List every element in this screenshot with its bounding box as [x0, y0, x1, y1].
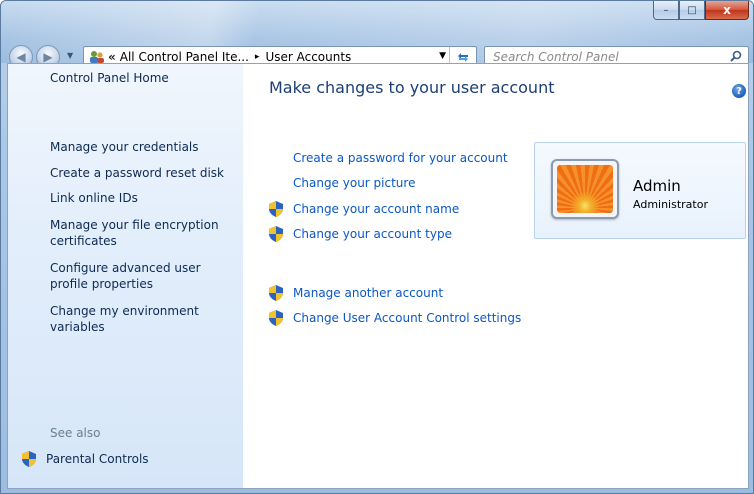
- task-change-picture[interactable]: Change your picture: [293, 175, 415, 191]
- address-separator-arrow[interactable]: ▸: [255, 52, 260, 62]
- address-segment-user-accounts[interactable]: User Accounts: [265, 50, 351, 64]
- sidebar-item-parental-controls[interactable]: Parental Controls: [22, 451, 149, 467]
- address-overflow-chevrons[interactable]: «: [108, 50, 116, 64]
- sidebar-item-link-online-ids[interactable]: Link online IDs: [50, 190, 235, 206]
- see-also-heading: See also: [50, 426, 101, 440]
- uac-shield-icon: [269, 285, 283, 301]
- task-label: Manage another account: [293, 286, 444, 300]
- sidebar-item-control-panel-home[interactable]: Control Panel Home: [50, 70, 235, 86]
- avatar[interactable]: [551, 159, 619, 219]
- address-dropdown-icon[interactable]: ▼: [439, 51, 446, 61]
- uac-shield-icon: [22, 451, 36, 467]
- close-button[interactable]: x: [705, 1, 749, 20]
- address-segment-all-control-panel[interactable]: All Control Panel Ite...: [120, 50, 249, 64]
- task-label: Change User Account Control settings: [293, 311, 522, 325]
- recent-pages-dropdown[interactable]: ▼: [67, 51, 73, 60]
- sidebar-item-advanced-profile-properties[interactable]: Configure advanced user profile properti…: [50, 260, 235, 292]
- task-manage-another-account[interactable]: Manage another account: [269, 285, 443, 301]
- sidebar-item-password-reset-disk[interactable]: Create a password reset disk: [50, 165, 235, 181]
- search-input[interactable]: Search Control Panel: [493, 50, 619, 64]
- flower-picture-icon: [557, 165, 613, 213]
- main-panel: ? Make changes to your user account Crea…: [243, 64, 748, 488]
- help-icon[interactable]: ?: [732, 84, 746, 98]
- account-role: Administrator: [633, 198, 708, 211]
- window: – □ x ◀ ▶ ▼ « All Control Panel Ite... ▸…: [0, 0, 754, 494]
- task-label: Change your account name: [293, 202, 460, 216]
- maximize-button[interactable]: □: [679, 1, 705, 20]
- minimize-button[interactable]: –: [653, 1, 679, 20]
- content-area: Control Panel Home Manage your credentia…: [7, 63, 749, 489]
- uac-shield-icon: [269, 310, 283, 326]
- task-change-uac-settings[interactable]: Change User Account Control settings: [269, 310, 521, 326]
- sidebar-item-environment-variables[interactable]: Change my environment variables: [50, 303, 235, 335]
- task-change-account-type[interactable]: Change your account type: [269, 226, 452, 242]
- back-arrow-icon: ◀: [16, 50, 26, 64]
- sidebar-item-file-encryption-certificates[interactable]: Manage your file encryption certificates: [50, 217, 235, 249]
- account-card: Admin Administrator: [534, 142, 746, 239]
- task-change-account-name[interactable]: Change your account name: [269, 201, 459, 217]
- page-title: Make changes to your user account: [269, 78, 555, 97]
- account-name: Admin: [633, 177, 681, 195]
- parental-controls-label: Parental Controls: [46, 452, 149, 466]
- refresh-icon: [458, 53, 468, 62]
- forward-arrow-icon: ▶: [43, 50, 53, 64]
- task-label: Change your account type: [293, 227, 452, 241]
- uac-shield-icon: [269, 201, 283, 217]
- sidebar-item-manage-credentials[interactable]: Manage your credentials: [50, 139, 235, 155]
- caption-buttons: – □ x: [653, 1, 749, 20]
- uac-shield-icon: [269, 226, 283, 242]
- task-create-password[interactable]: Create a password for your account: [293, 150, 508, 166]
- sidebar: Control Panel Home Manage your credentia…: [8, 64, 243, 488]
